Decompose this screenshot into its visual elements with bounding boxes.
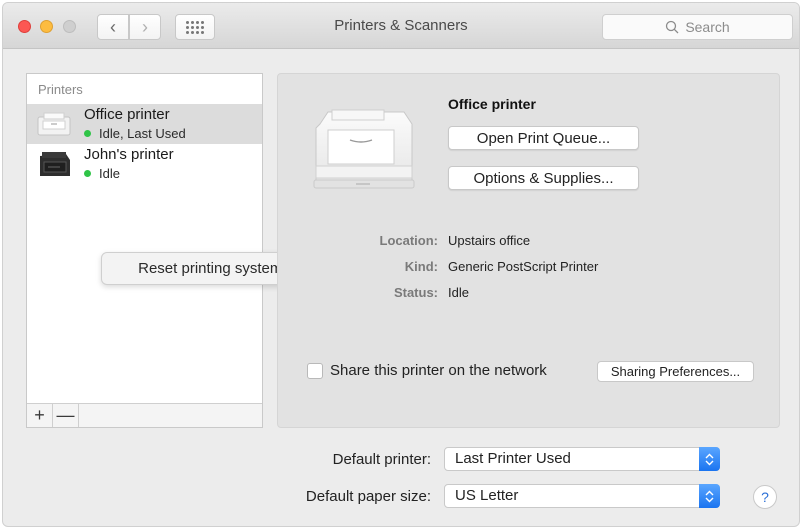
updown-chevron-icon	[699, 447, 720, 471]
laser-printer-icon	[37, 112, 71, 136]
printer-name: Office printer	[84, 106, 170, 123]
share-printer-row[interactable]: Share this printer on the network	[307, 362, 547, 379]
status-value: Idle	[448, 285, 469, 300]
search-placeholder: Search	[685, 19, 730, 35]
location-value: Upstairs office	[448, 233, 531, 248]
printer-list-header: Printers	[38, 82, 83, 97]
status-dot-icon	[84, 170, 91, 177]
default-printer-label: Default printer:	[332, 451, 431, 468]
list-footer: + —	[27, 403, 262, 427]
status-dot-icon	[84, 130, 91, 137]
default-paper-size-label: Default paper size:	[305, 488, 431, 505]
kind-value: Generic PostScript Printer	[448, 259, 599, 274]
options-supplies-button[interactable]: Options & Supplies...	[448, 166, 639, 190]
multifunction-printer-icon	[40, 152, 70, 176]
default-paper-size-select[interactable]: US Letter	[444, 484, 720, 508]
printer-list: Printers Office printer Idle, Last Used	[26, 73, 263, 428]
updown-chevron-icon	[699, 484, 720, 508]
preferences-window: ‹ › Printers & Scanners Search Printers	[2, 2, 800, 527]
printer-list-item[interactable]: John's printer Idle	[27, 144, 262, 184]
open-print-queue-button[interactable]: Open Print Queue...	[448, 126, 639, 150]
location-label: Location:	[379, 233, 439, 248]
remove-printer-button[interactable]: —	[53, 404, 79, 427]
search-icon	[666, 20, 679, 34]
printer-list-item[interactable]: Office printer Idle, Last Used	[27, 104, 262, 144]
help-button[interactable]: ?	[753, 485, 777, 509]
default-printer-value: Last Printer Used	[455, 450, 571, 467]
default-printer-select[interactable]: Last Printer Used	[444, 447, 720, 471]
default-paper-size-setting: Default paper size: US Letter	[3, 484, 799, 508]
default-paper-size-value: US Letter	[455, 487, 519, 504]
share-printer-checkbox[interactable]	[307, 362, 323, 379]
kind-label: Kind:	[404, 259, 438, 274]
search-field[interactable]: Search	[602, 14, 793, 40]
add-printer-button[interactable]: +	[27, 404, 53, 427]
printer-status: Idle, Last Used	[99, 126, 186, 141]
printer-detail-panel: Office printer Open Print Queue... Optio…	[277, 73, 780, 428]
sharing-preferences-button[interactable]: Sharing Preferences...	[597, 361, 754, 382]
printer-status: Idle	[99, 166, 120, 181]
selected-printer-name: Office printer	[448, 96, 536, 112]
default-printer-setting: Default printer: Last Printer Used	[3, 447, 799, 471]
status-label: Status:	[393, 285, 438, 300]
printer-name: John's printer	[84, 146, 174, 163]
share-printer-label: Share this printer on the network	[330, 362, 547, 379]
title-bar: ‹ › Printers & Scanners Search	[3, 3, 799, 49]
printer-icon	[313, 109, 415, 189]
